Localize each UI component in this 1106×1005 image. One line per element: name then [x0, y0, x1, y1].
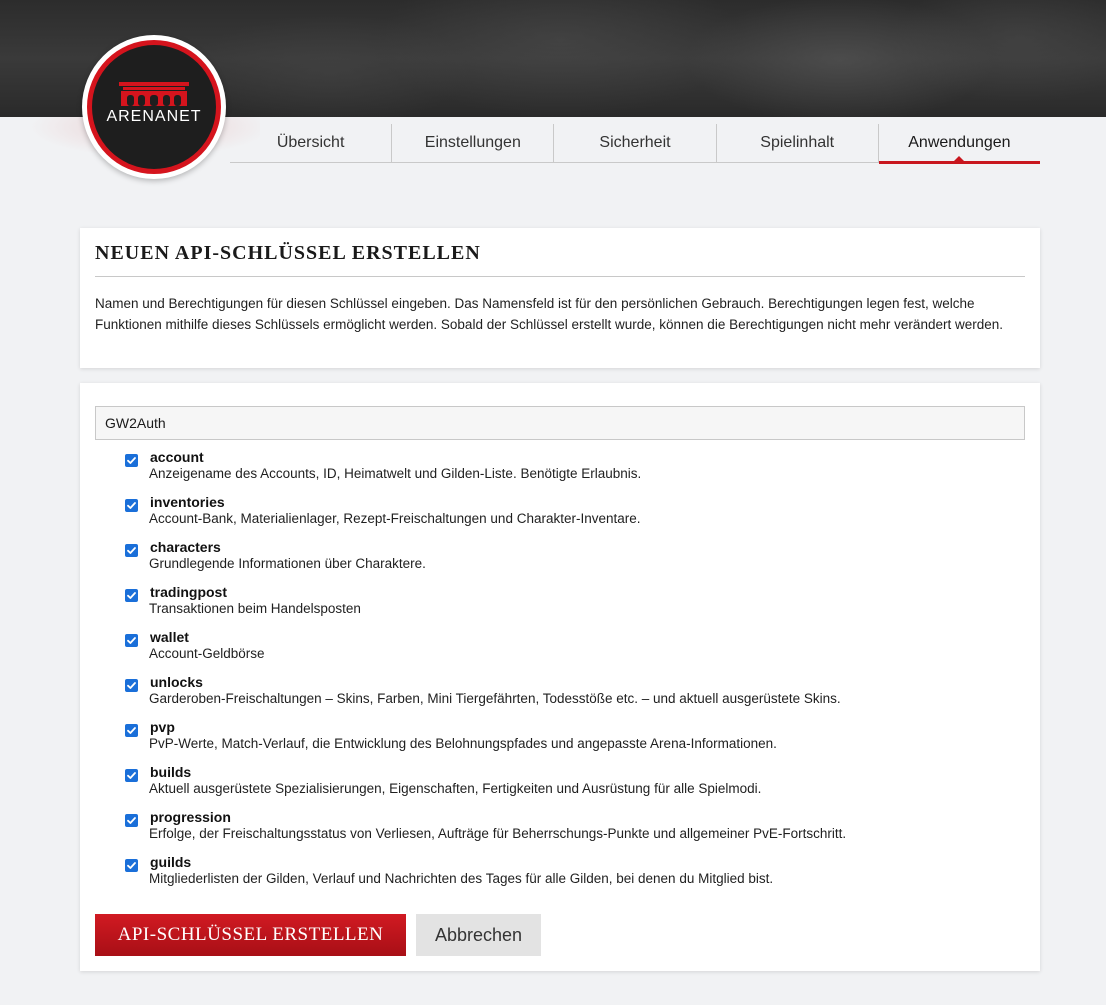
checkmark-icon	[127, 817, 136, 824]
permission-description: Transaktionen beim Handelsposten	[149, 601, 361, 616]
permission-item: guilds Mitgliederlisten der Gilden, Verla…	[125, 854, 1025, 899]
permission-checkbox-pvp[interactable]	[125, 724, 138, 737]
permission-name[interactable]: wallet	[150, 629, 265, 645]
permission-item: builds Aktuell ausgerüstete Spezialisieru…	[125, 764, 1025, 809]
permission-name[interactable]: unlocks	[150, 674, 841, 690]
permission-checkbox-unlocks[interactable]	[125, 679, 138, 692]
api-key-form: accountAnzeigename des Accounts, ID, Hei…	[80, 383, 1040, 971]
permission-checkbox-guilds[interactable]	[125, 859, 138, 872]
checkmark-icon	[127, 772, 136, 779]
intro-text: Namen und Berechtigungen für diesen Schl…	[95, 296, 1003, 332]
permission-checkbox-wallet[interactable]	[125, 634, 138, 647]
permission-name[interactable]: builds	[150, 764, 761, 780]
arenanet-logo[interactable]: ARENANET	[82, 35, 226, 179]
permission-item: tradingpost Transaktionen beim Handelspos…	[125, 584, 1025, 629]
permission-item: unlocks Garderoben-Freischaltungen – Skin…	[125, 674, 1025, 719]
permission-name[interactable]: inventories	[150, 494, 641, 510]
account-tabs: Übersicht Einstellungen Sicherheit Spiel…	[230, 124, 1041, 164]
create-api-key-button[interactable]: API-SCHLÜSSEL ERSTELLEN	[95, 914, 406, 956]
permission-name[interactable]: progression	[150, 809, 846, 825]
checkmark-icon	[127, 547, 136, 554]
permission-item: account Anzeigename des Accounts, ID, Hei…	[125, 449, 1025, 494]
checkmark-icon	[127, 862, 136, 869]
checkmark-icon	[127, 682, 136, 689]
permission-item: characters Grundlegende Informationen übe…	[125, 539, 1025, 584]
checkmark-icon	[127, 457, 136, 464]
permission-checkbox-builds[interactable]	[125, 769, 138, 782]
tab-uebersicht[interactable]: Übersicht	[230, 124, 393, 162]
permission-description: Account-Geldbörse	[149, 646, 265, 661]
permission-description: Mitgliederlisten der Gilden, Verlauf und…	[149, 871, 774, 886]
permission-description: Aktuell ausgerüstete Spezialisierungen, …	[149, 781, 762, 796]
cancel-button[interactable]: Abbrechen	[416, 914, 541, 956]
permission-item: wallet Account-Geldbörse	[125, 629, 1025, 674]
checkmark-icon	[127, 637, 136, 644]
permission-item: inventories Account-Bank, Materialienlage…	[125, 494, 1025, 539]
key-name-input[interactable]	[95, 406, 1025, 440]
page-title: NEUEN API-SCHLÜSSEL ERSTELLEN	[95, 242, 1025, 277]
logo-text: ARENANET	[106, 108, 202, 125]
permission-description: Erfolge, der Freischaltungsstatus von Ve…	[149, 826, 847, 841]
tab-einstellungen[interactable]: Einstellungen	[392, 124, 555, 162]
intro-card: NEUEN API-SCHLÜSSEL ERSTELLEN Namen und …	[80, 228, 1040, 368]
checkmark-icon	[127, 727, 136, 734]
checkmark-icon	[127, 592, 136, 599]
permission-name[interactable]: tradingpost	[150, 584, 361, 600]
permission-name[interactable]: characters	[150, 539, 426, 555]
checkmark-icon	[127, 502, 136, 509]
permission-description: Garderoben-Freischaltungen – Skins, Farb…	[149, 691, 841, 706]
permission-description: Grundlegende Informationen über Charakte…	[149, 556, 426, 571]
form-actions: API-SCHLÜSSEL ERSTELLEN Abbrechen	[95, 914, 541, 956]
permission-item: pvp PvP-Werte, Match-Verlauf, die Entwick…	[125, 719, 1025, 764]
arena-colonnade-icon	[119, 82, 189, 106]
permission-description: PvP-Werte, Match-Verlauf, die Entwicklun…	[149, 736, 777, 751]
permission-checkbox-progression[interactable]	[125, 814, 138, 827]
permission-list: account Anzeigename des Accounts, ID, Hei…	[125, 449, 1025, 899]
permission-checkbox-tradingpost[interactable]	[125, 589, 138, 602]
permission-name[interactable]: account	[150, 449, 641, 465]
permission-item: progression Erfolge, der Freischaltungsst…	[125, 809, 1025, 854]
permission-name[interactable]: guilds	[150, 854, 773, 870]
permission-checkbox-characters[interactable]	[125, 544, 138, 557]
permission-name[interactable]: pvp	[150, 719, 777, 735]
tab-anwendungen[interactable]: Anwendungen	[878, 124, 1041, 164]
permission-checkbox-inventories[interactable]	[125, 499, 138, 512]
permission-checkbox-account[interactable]	[125, 454, 138, 467]
tab-sicherheit[interactable]: Sicherheit	[554, 124, 717, 162]
tab-spielinhalt[interactable]: Spielinhalt	[717, 124, 879, 162]
permission-description: Account-Bank, Materialienlager, Rezept-F…	[149, 511, 641, 526]
permission-description: Anzeigename des Accounts, ID, Heimatwelt…	[149, 466, 642, 481]
